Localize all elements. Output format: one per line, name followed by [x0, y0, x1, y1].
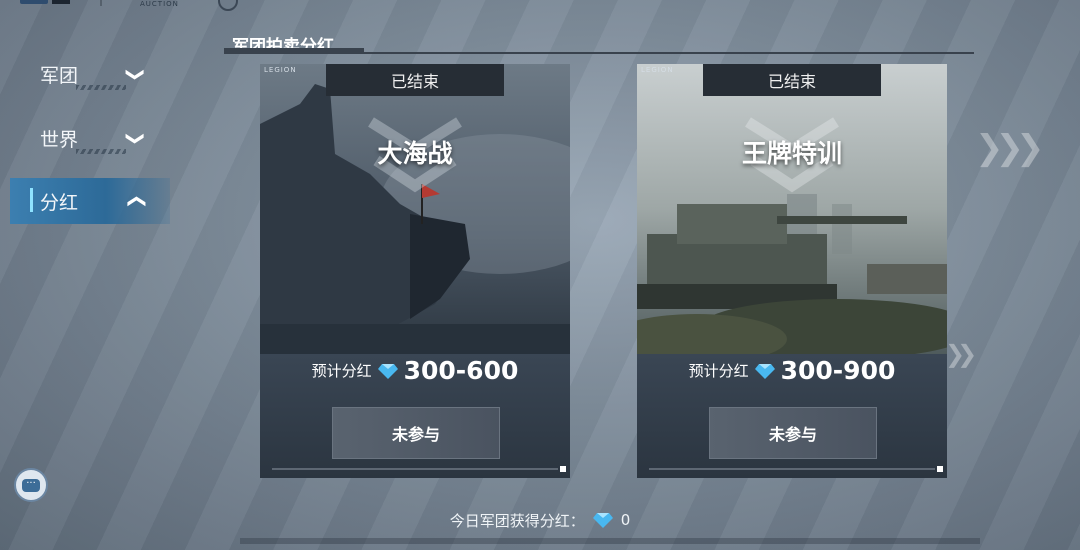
top-bar: AUCTION [0, 0, 1080, 11]
join-status-button[interactable]: 未参与 [709, 407, 877, 459]
card-progress-dot [937, 466, 943, 472]
sidebar-item-label: 军团 [40, 64, 79, 87]
event-title: 大海战 [377, 139, 453, 168]
event-title: 王牌特训 [741, 139, 842, 168]
hatch-decoration [76, 85, 126, 90]
dividend-label: 预计分红 [311, 362, 372, 380]
chevron-down-icon: ❯ [125, 66, 147, 82]
chat-button[interactable]: ··· [14, 468, 48, 502]
diamond-icon [754, 363, 775, 379]
decor-arrows-icon: ❯❯❯ [975, 128, 1045, 168]
top-tab-icon[interactable] [52, 0, 70, 4]
diamond-icon [592, 513, 613, 528]
chevron-down-icon: ❯ [125, 130, 147, 146]
dividend-estimate: 预计分红 300-900 [637, 356, 947, 385]
join-status-button[interactable]: 未参与 [332, 407, 500, 459]
daily-dividend-label: 今日军团获得分红： [449, 511, 585, 530]
legion-tag: LEGION [264, 66, 297, 74]
page-subtitle: AUCTION [140, 0, 179, 8]
decor-arrows-icon: ❯❯ [945, 340, 977, 368]
sidebar-item-legion[interactable]: 军团 ❯ [10, 50, 170, 98]
top-divider [100, 0, 102, 6]
section-underline [224, 52, 974, 54]
legion-tag: LEGION [641, 66, 674, 74]
event-card-ace-training[interactable]: LEGION 已结束 王牌特训 预计分红 300-900 未参与 [637, 64, 947, 478]
dividend-amount: 300-600 [403, 356, 519, 385]
card-progress-dot [560, 466, 566, 472]
daily-dividend-value: 0 [620, 511, 631, 529]
card-progress-track [649, 468, 935, 470]
sidebar-item-world[interactable]: 世界 ❯ [10, 114, 170, 162]
dividend-amount: 300-900 [780, 356, 896, 385]
card-progress-track [272, 468, 558, 470]
status-badge: 已结束 [326, 64, 504, 96]
footer-bar [240, 538, 980, 544]
chat-icon: ··· [22, 478, 40, 492]
daily-dividend-summary: 今日军团获得分红： 0 [0, 500, 1080, 540]
status-badge: 已结束 [703, 64, 881, 96]
chevron-up-icon: ❯ [125, 193, 147, 209]
event-card-naval[interactable]: LEGION 已结束 大海战 预计分红 300-600 未参与 [260, 64, 570, 478]
dividend-label: 预计分红 [688, 362, 749, 380]
sidebar-item-dividend[interactable]: 分红 ❯ [10, 178, 170, 224]
info-icon[interactable] [218, 0, 238, 11]
active-indicator [30, 188, 33, 212]
dividend-estimate: 预计分红 300-600 [260, 356, 570, 385]
sidebar: 军团 ❯ 世界 ❯ 分红 ❯ [10, 50, 170, 240]
sidebar-item-label: 分红 [40, 191, 79, 214]
sidebar-item-label: 世界 [40, 128, 79, 151]
hatch-decoration [76, 149, 126, 154]
diamond-icon [377, 363, 398, 379]
top-tab-indicator[interactable] [20, 0, 48, 4]
